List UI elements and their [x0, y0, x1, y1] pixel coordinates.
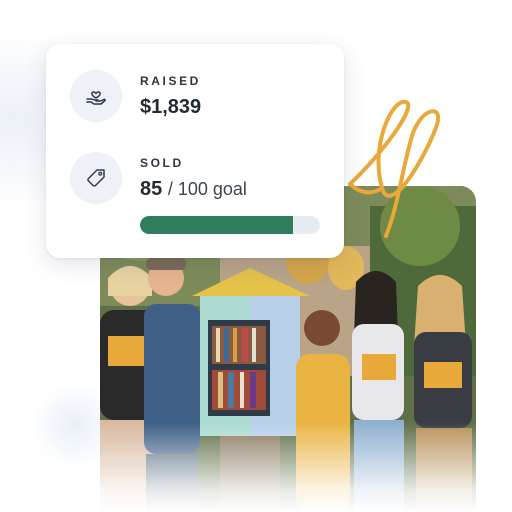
swirl-doodle-icon [348, 99, 441, 238]
raised-label: RAISED [140, 74, 201, 88]
raised-amount: $1,839 [140, 96, 202, 118]
sold-goal: / 100 goal [167, 179, 247, 199]
photo-fade-overlay [100, 422, 476, 512]
sold-count-line: 85 / 100 goal [140, 178, 247, 201]
sales-progress-bar [140, 216, 320, 234]
sold-label: SOLD [140, 156, 184, 170]
sold-count: 85 [140, 178, 163, 200]
fundraiser-hero: RAISED $1,839 SOLD 85 / 100 goal [0, 0, 512, 512]
hand-heart-icon [70, 70, 122, 122]
fundraising-stats-card: RAISED $1,839 SOLD 85 / 100 goal [46, 44, 344, 258]
tag-icon [70, 152, 122, 204]
sales-progress-fill [140, 216, 293, 234]
